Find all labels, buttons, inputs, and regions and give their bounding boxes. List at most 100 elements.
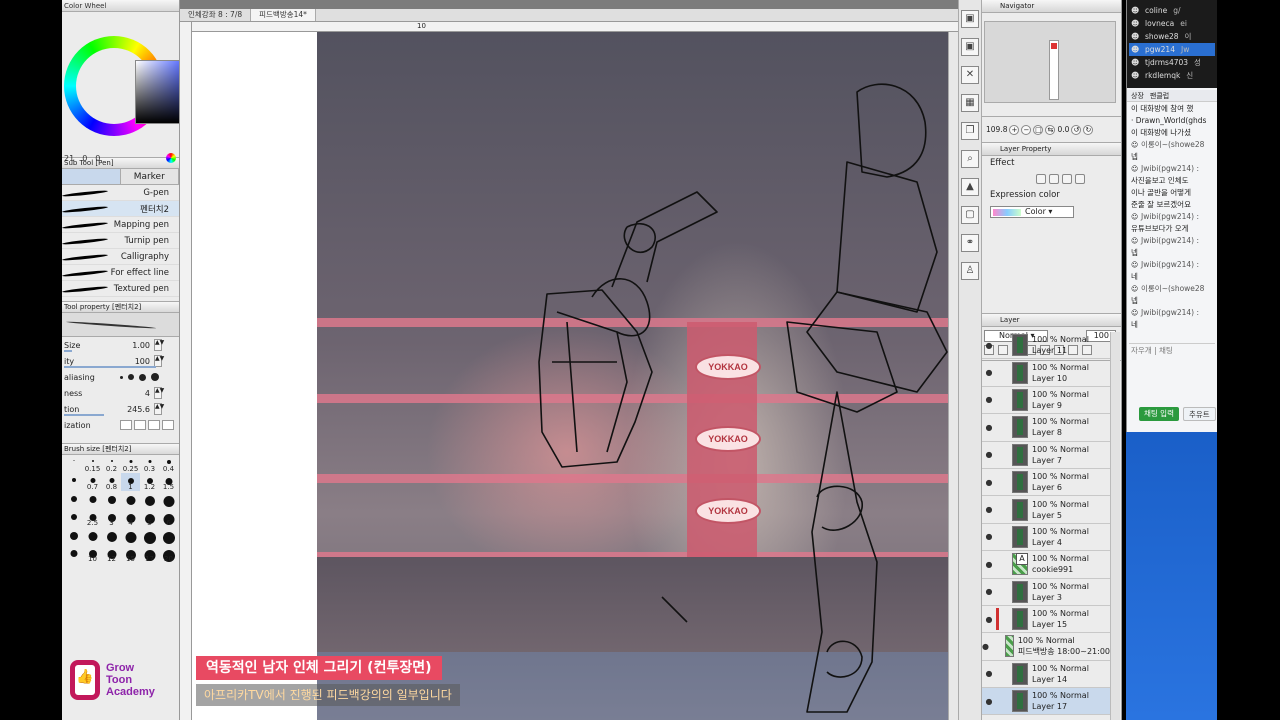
visibility-eye-icon[interactable]: ● [982, 368, 996, 377]
figure-icon[interactable]: ♙ [961, 262, 979, 280]
brush-size-cell[interactable] [140, 527, 159, 545]
layer-row[interactable]: ● 100 % Normal Layer 6 [982, 469, 1110, 497]
border-effect-icon[interactable] [1036, 174, 1046, 184]
brush-size-cell[interactable]: 0.7 [83, 473, 102, 491]
layer-row[interactable]: ● 100 % Normal Layer 3 [982, 579, 1110, 606]
prop-slider-fill[interactable] [64, 414, 104, 416]
viewer-item[interactable]: ☻ coline g/ [1129, 4, 1215, 17]
brush-item-selected[interactable]: 펜터치2 [62, 201, 179, 217]
viewer-item[interactable]: ☻ lovneca ei [1129, 17, 1215, 30]
brush-item[interactable]: Calligraphy [62, 249, 179, 265]
brush-size-cell[interactable]: 5 [140, 509, 159, 527]
layer-row[interactable]: ● 100 % Normal Layer 15 [982, 606, 1110, 634]
layer-row[interactable]: ● 100 % Normal Layer 9 [982, 387, 1110, 415]
brush-item[interactable]: Turnip pen [62, 233, 179, 249]
visibility-eye-icon[interactable]: ● [982, 395, 996, 404]
brush-size-cell[interactable]: 2.5 [83, 509, 102, 527]
tone-effect-icon[interactable] [1049, 174, 1059, 184]
brush-size-cell[interactable]: 6 [159, 509, 178, 527]
visibility-eye-icon[interactable]: ● [982, 423, 996, 432]
visibility-eye-icon[interactable]: ● [982, 615, 996, 624]
rotate-left-icon[interactable]: ↺ [1071, 124, 1082, 135]
layer-color-icon[interactable] [1075, 174, 1085, 184]
brush-size-cell[interactable]: 0.4 [159, 455, 178, 473]
layer-row[interactable]: ● 100 % Normal Layer 10 [982, 359, 1110, 387]
visibility-eye-icon[interactable]: ● [982, 642, 989, 651]
aa-strong-icon[interactable] [151, 373, 159, 381]
brush-size-cell[interactable]: 0.3 [140, 455, 159, 473]
spin-arrows-icon[interactable]: ▲▼ [154, 403, 164, 415]
visibility-eye-icon[interactable]: ● [982, 478, 996, 487]
brush-size-cell[interactable]: 0.25 [121, 455, 140, 473]
brush-item[interactable]: Textured pen [62, 281, 179, 297]
brush-size-cell[interactable]: 0.2 [102, 455, 121, 473]
flip-icon[interactable]: ⇆ [1045, 124, 1056, 135]
navigator-preview[interactable] [984, 21, 1116, 103]
brush-size-cell[interactable] [64, 473, 83, 491]
layer-row[interactable]: ● 100 % Normal Layer 4 [982, 524, 1110, 552]
brush-size-cell[interactable]: 0.15 [83, 455, 102, 473]
brush-size-cell[interactable] [121, 527, 140, 545]
color-mode-icon[interactable] [166, 153, 176, 163]
prop-hardness[interactable]: ness 4 ▲▼ [62, 385, 179, 401]
brush-size-cell[interactable] [64, 509, 83, 527]
brush-size-cell[interactable]: 17 [140, 545, 159, 563]
prop-opacity[interactable]: ity 100 ▲▼ [62, 353, 179, 369]
brush-size-cell[interactable] [64, 527, 83, 545]
chat-input[interactable]: 자우개 | 채팅 [1129, 343, 1215, 357]
brush-size-cell[interactable]: 1.5 [159, 473, 178, 491]
brush-size-cell[interactable]: 12 [102, 545, 121, 563]
brush-size-cell[interactable]: 4 [121, 509, 140, 527]
chat-tab[interactable]: 팬클럽 [1150, 90, 1169, 101]
vector-option-box[interactable] [148, 420, 160, 430]
link-icon[interactable]: ⚭ [961, 234, 979, 252]
viewer-item[interactable]: ☻ showe28 이 [1129, 30, 1215, 43]
prop-slider-fill[interactable] [64, 366, 156, 368]
brush-size-cell[interactable] [140, 491, 159, 509]
image-icon[interactable]: ▲ [961, 178, 979, 196]
vector-option-box[interactable] [120, 420, 132, 430]
prop-anti-aliasing[interactable]: aliasing [62, 369, 179, 385]
expression-color-select[interactable]: Color ▾ [990, 206, 1074, 218]
chat-tab[interactable]: 상장 [1131, 90, 1144, 101]
visibility-eye-icon[interactable]: ● [982, 587, 996, 596]
layer-row[interactable]: ● 100 % Normal Layer 8 [982, 414, 1110, 442]
brush-size-cell[interactable]: 1 [121, 473, 140, 491]
zoom-value[interactable]: 109.8 [986, 125, 1007, 134]
fit-icon[interactable]: □ [1033, 124, 1044, 135]
viewer-item[interactable]: ☻ pgw214 Jw [1129, 43, 1215, 56]
canvas-region[interactable]: 인체강좌 8 : 7/8 피드백방송14* 10 YOKKAO YOKKAO Y… [180, 0, 958, 720]
prop-value[interactable]: 100 [120, 357, 154, 366]
zoom-in-icon[interactable]: + [1009, 124, 1020, 135]
visibility-eye-icon[interactable]: ● [982, 669, 996, 678]
viewer-item[interactable]: ☻ tjdrms4703 성 [1129, 56, 1215, 69]
brush-size-cell[interactable] [159, 491, 178, 509]
vector-option-box[interactable] [162, 420, 174, 430]
layer-row[interactable]: ● 100 % Normal Layer 17 [982, 688, 1110, 716]
aa-none-icon[interactable] [120, 375, 123, 379]
brush-size-cell[interactable]: 20 [159, 545, 178, 563]
prop-value[interactable]: 4 [120, 389, 154, 398]
document-tab[interactable]: 인체강좌 8 : 7/8 [180, 9, 252, 21]
prop-value[interactable]: 245.6 [120, 405, 154, 414]
layer-row[interactable]: ● 100 % Normal Layer 14 [982, 661, 1110, 689]
subtool-tab-pen[interactable] [62, 169, 121, 184]
brush-item[interactable]: Mapping pen [62, 217, 179, 233]
canvas-vertical-scrollbar[interactable] [948, 32, 958, 720]
navigator[interactable] [982, 13, 1121, 117]
spin-arrows-icon[interactable]: ▲▼ [154, 339, 164, 351]
brush-size-cell[interactable] [64, 455, 83, 473]
material-icon[interactable]: ▣ [961, 38, 979, 56]
frame-icon[interactable]: ▢ [961, 206, 979, 224]
brush-item[interactable]: For effect line [62, 265, 179, 281]
visibility-eye-icon[interactable]: ● [982, 697, 996, 706]
material-icon[interactable]: ▣ [961, 10, 979, 28]
brush-size-cell[interactable] [121, 491, 140, 509]
brush-size-cell[interactable] [102, 491, 121, 509]
layer-scrollbar[interactable] [1110, 332, 1120, 720]
layer-search-icon[interactable]: ⌕ [961, 150, 979, 168]
brush-size-cell[interactable] [159, 527, 178, 545]
visibility-eye-icon[interactable]: ● [982, 341, 996, 350]
brush-size-cell[interactable]: 1.2 [140, 473, 159, 491]
brush-size-cell[interactable] [83, 527, 102, 545]
